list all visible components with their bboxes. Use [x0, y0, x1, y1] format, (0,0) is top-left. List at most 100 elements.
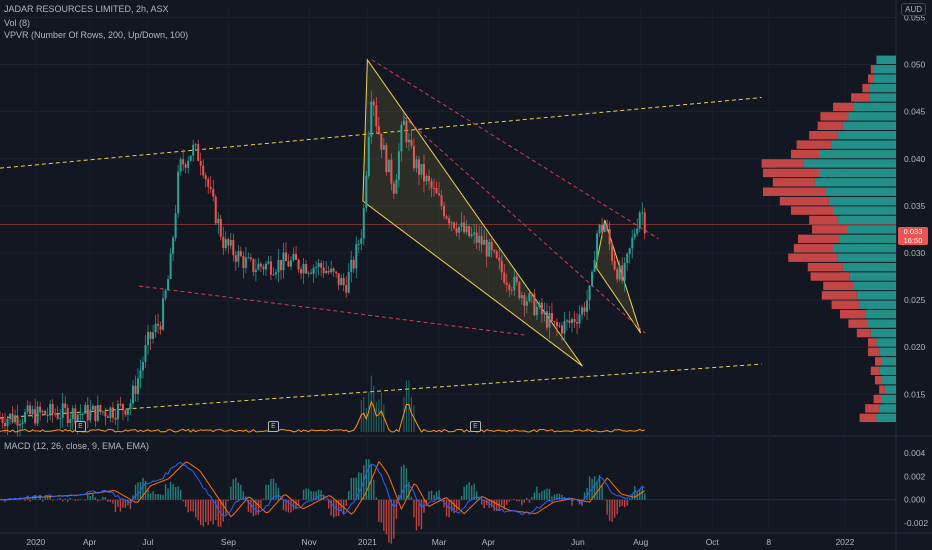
candle-body — [362, 207, 365, 239]
volume-profile-up-bar — [882, 394, 896, 404]
volume-profile-up-bar — [882, 375, 896, 385]
candle-body — [576, 322, 579, 324]
macd-axis-tick: 0.000 — [904, 495, 926, 505]
candle-body — [252, 259, 255, 273]
volume-profile-up-bar — [837, 130, 896, 140]
candle-body — [392, 183, 395, 194]
candle-body — [443, 205, 446, 217]
volume-profile-down-bar — [848, 319, 868, 328]
volume-profile-up-bar — [879, 366, 896, 375]
volume-profile-up-bar — [884, 385, 896, 394]
currency-badge[interactable]: AUD — [901, 3, 926, 16]
candle-body — [279, 259, 282, 271]
candle-body — [31, 409, 34, 415]
candle-body — [490, 242, 493, 251]
candle-body — [217, 218, 220, 224]
candle-body — [618, 265, 621, 280]
chart-canvas[interactable]: 0.0550.0500.0450.0400.0350.0300.0250.020… — [0, 0, 932, 550]
volume-profile-down-bar — [820, 112, 849, 121]
candle-body — [508, 284, 511, 291]
candle-body — [262, 266, 265, 270]
candle-body — [56, 414, 59, 419]
vpvr-indicator-label[interactable]: VPVR (Number Of Rows, 200, Up/Down, 100) — [4, 30, 188, 40]
volume-profile-down-bar — [870, 366, 880, 375]
candle-body — [335, 271, 338, 274]
candle-body — [337, 273, 340, 286]
candle-body — [500, 260, 503, 273]
volume-profile-down-bar — [788, 253, 838, 262]
candle-body — [187, 160, 190, 168]
time-axis-tick: Jul — [142, 537, 153, 547]
candle-body — [124, 410, 127, 415]
candle-body — [49, 404, 52, 416]
candle-body — [39, 406, 42, 413]
candle-body — [450, 222, 453, 224]
candle-body — [249, 257, 252, 260]
candle-body — [182, 159, 185, 165]
candle-body — [360, 238, 363, 244]
earnings-event-marker[interactable]: E — [470, 421, 481, 432]
price-axis-tick: 0.015 — [904, 389, 926, 399]
volume-profile-down-bar — [812, 225, 847, 234]
earnings-event-marker[interactable]: E — [268, 421, 279, 432]
candle-body — [565, 320, 568, 322]
candle-body — [111, 407, 114, 418]
candle-body — [538, 302, 541, 308]
candle-body — [513, 276, 516, 291]
candle-body — [61, 403, 64, 418]
candle-body — [179, 159, 182, 172]
candle-body — [307, 272, 310, 274]
candle-body — [131, 385, 134, 404]
candle-body — [586, 300, 589, 312]
candle-body — [19, 423, 22, 426]
candle-body — [643, 212, 646, 234]
candle-body — [410, 139, 413, 147]
candle-body — [455, 228, 458, 233]
candle-body — [0, 417, 1, 419]
candle-body — [485, 239, 488, 257]
candle-body — [475, 232, 478, 243]
candle-body — [510, 290, 513, 292]
candle-body — [355, 244, 358, 269]
candle-body — [591, 271, 594, 286]
price-axis-tick: 0.025 — [904, 295, 926, 305]
candle-body — [568, 320, 571, 323]
earnings-event-marker[interactable]: E — [75, 421, 86, 432]
candle-body — [126, 408, 129, 415]
candle-body — [290, 260, 293, 267]
candle-body — [425, 175, 428, 182]
volume-profile-up-bar — [856, 291, 896, 300]
candle-body — [470, 234, 473, 237]
candle-body — [623, 262, 626, 281]
candle-body — [528, 293, 531, 302]
candle-body — [412, 146, 415, 169]
candle-body — [560, 325, 563, 334]
candle-body — [247, 257, 250, 259]
candle-body — [295, 253, 298, 260]
candle-body — [530, 293, 533, 295]
candle-body — [9, 413, 12, 420]
candle-body — [420, 164, 423, 175]
candle-body — [244, 257, 247, 268]
candle-body — [533, 293, 536, 316]
candle-body — [11, 413, 14, 423]
candle-body — [385, 145, 388, 173]
candle-body — [543, 311, 546, 314]
candle-body — [430, 181, 433, 189]
candle-body — [99, 405, 102, 412]
candle-body — [473, 232, 476, 235]
candle-body — [342, 278, 345, 285]
candle-body — [581, 307, 584, 315]
last-price-value: 0.033 — [903, 227, 923, 236]
candle-body — [21, 422, 24, 424]
candle-body — [79, 414, 82, 416]
candle-body — [157, 323, 160, 326]
candle-body — [237, 251, 240, 262]
candle-body — [41, 410, 44, 413]
candle-body — [478, 235, 481, 243]
candle-body — [46, 414, 49, 416]
macd-indicator-label[interactable]: MACD (12, 26, close, 9, EMA, EMA) — [4, 441, 149, 451]
volume-indicator-label[interactable]: Vol (8) — [4, 18, 30, 28]
candle-body — [440, 195, 443, 206]
candle-body — [34, 409, 37, 424]
